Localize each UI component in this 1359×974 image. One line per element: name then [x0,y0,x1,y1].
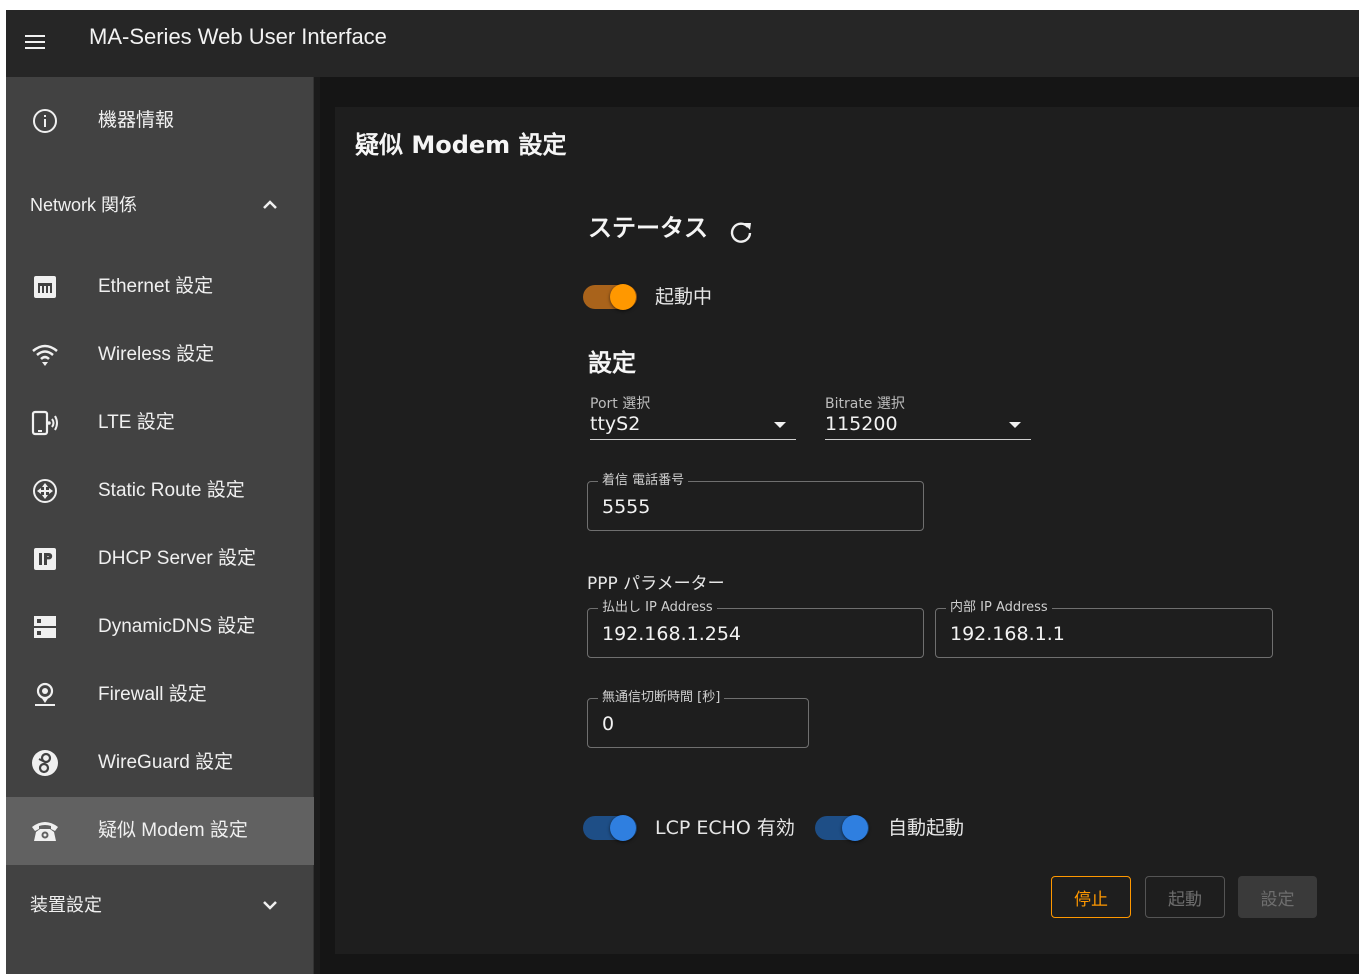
status-title: ステータス [588,214,708,242]
start-button[interactable]: 起動 [1145,876,1225,918]
menu-icon[interactable] [20,28,52,60]
sidebar-item-lte[interactable]: LTE 設定 [6,389,314,457]
sidebar-group-network[interactable]: Network 関係 [6,171,314,239]
phone-icon [30,817,60,845]
lte-icon [30,409,60,437]
bitrate-select-label: Bitrate 選択 [825,396,905,412]
idle-timeout-value: 0 [602,713,615,735]
sidebar-item-wireless[interactable]: Wireless 設定 [6,321,314,389]
port-select-value: ttyS2 [590,413,641,435]
phone-number-value: 5555 [602,496,651,518]
sidebar-item-dhcp-server[interactable]: DHCP Server 設定 [6,525,314,593]
app-bar: MA-Series Web User Interface [6,10,1359,77]
info-icon [30,107,60,135]
port-select-label: Port 選択 [590,396,651,412]
ppp-params-title: PPP パラメーター [587,574,725,594]
in-ip-field[interactable]: 内部 IP Address 192.168.1.1 [935,599,1273,658]
route-icon [30,477,60,505]
phone-number-field[interactable]: 着信 電話番号 5555 [587,472,924,531]
autostart-label: 自動起動 [888,817,965,839]
out-ip-label: 払出し IP Address [598,599,717,617]
main-content: 疑似 Modem 設定 ステータス 起動中 設定 Port 選択 ttyS2 B… [320,77,1359,974]
firewall-icon [30,681,60,709]
sidebar-item-ethernet[interactable]: Ethernet 設定 [6,253,314,321]
wifi-icon [30,341,60,369]
idle-timeout-field[interactable]: 無通信切断時間 [秒] 0 [587,689,809,748]
sidebar-item-label: Wireless 設定 [98,344,215,365]
page-title: 疑似 Modem 設定 [355,131,567,159]
stop-button[interactable]: 停止 [1051,876,1131,918]
sidebar-group-device[interactable]: 装置設定 [6,871,314,939]
in-ip-value: 192.168.1.1 [950,623,1065,645]
bitrate-select-value: 115200 [825,413,898,435]
port-select[interactable]: Port 選択 ttyS2 [590,393,796,443]
set-button[interactable]: 設定 [1238,876,1317,918]
out-ip-value: 192.168.1.254 [602,623,742,645]
sidebar-item-label: DynamicDNS 設定 [98,616,256,637]
in-ip-label: 内部 IP Address [946,599,1052,617]
autostart-toggle[interactable] [815,814,869,842]
status-toggle[interactable] [583,283,637,311]
sidebar-item-label: DHCP Server 設定 [98,548,257,569]
sidebar-item-firewall[interactable]: Firewall 設定 [6,661,314,729]
sidebar-item-label: Firewall 設定 [98,684,207,705]
sidebar-item-pseudo-modem[interactable]: 疑似 Modem 設定 [6,797,314,865]
wireguard-icon [30,749,60,777]
chevron-down-icon [258,893,282,917]
sidebar-item-device-info[interactable]: 機器情報 [6,87,314,155]
app-window: MA-Series Web User Interface 機器情報 Networ… [6,10,1359,974]
out-ip-field[interactable]: 払出し IP Address 192.168.1.254 [587,599,924,658]
settings-card: 疑似 Modem 設定 ステータス 起動中 設定 Port 選択 ttyS2 B… [335,107,1359,954]
settings-title: 設定 [588,349,636,377]
refresh-icon[interactable] [727,218,755,246]
sidebar-item-label: Static Route 設定 [98,480,245,501]
dropdown-arrow-icon [1009,422,1021,428]
chevron-up-icon [258,193,282,217]
idle-timeout-label: 無通信切断時間 [秒] [598,689,725,707]
dropdown-arrow-icon [774,422,786,428]
sidebar-item-label: Ethernet 設定 [98,276,214,297]
sidebar-group-label: 装置設定 [30,895,102,915]
sidebar-item-dynamicdns[interactable]: DynamicDNS 設定 [6,593,314,661]
ip-icon [30,545,60,573]
app-title: MA-Series Web User Interface [89,24,387,49]
phone-number-label: 着信 電話番号 [598,472,689,490]
lcp-echo-toggle[interactable] [583,814,637,842]
lcp-echo-label: LCP ECHO 有効 [655,817,795,839]
dns-icon [30,613,60,641]
status-toggle-label: 起動中 [655,286,713,308]
sidebar-group-label: Network 関係 [30,195,138,215]
sidebar-item-wireguard[interactable]: WireGuard 設定 [6,729,314,797]
sidebar-item-label: 機器情報 [98,110,175,131]
sidebar-item-label: WireGuard 設定 [98,752,234,773]
sidebar-item-label: 疑似 Modem 設定 [98,820,248,841]
sidebar: 機器情報 Network 関係 Ethernet 設定 Wireless 設定 [6,77,314,974]
sidebar-item-static-route[interactable]: Static Route 設定 [6,457,314,525]
ethernet-icon [30,273,60,301]
bitrate-select[interactable]: Bitrate 選択 115200 [825,393,1031,443]
sidebar-item-label: LTE 設定 [98,412,175,433]
